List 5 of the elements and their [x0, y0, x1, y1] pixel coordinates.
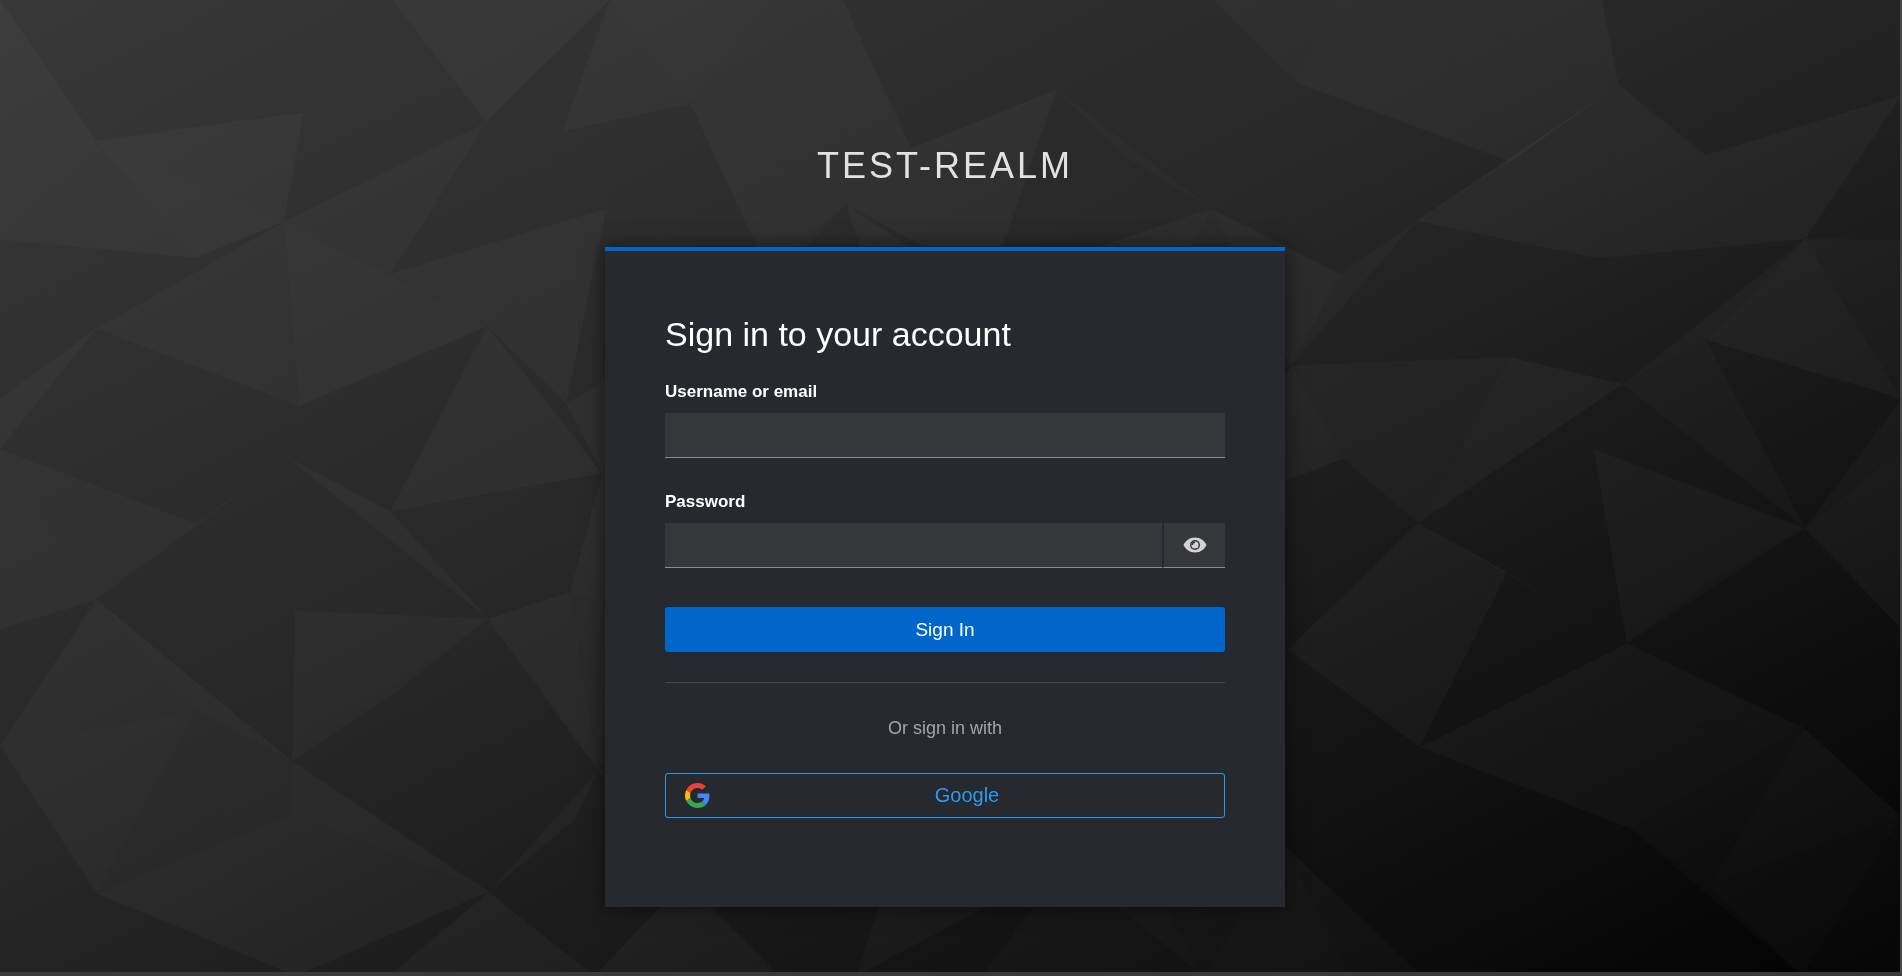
social-divider-text: Or sign in with	[887, 717, 1002, 740]
field-label: Password	[665, 491, 746, 513]
login-heading: Sign in to your account	[665, 314, 1011, 354]
field-label: Username or email	[665, 381, 818, 403]
realm-title: TEST-REALM	[816, 144, 1073, 188]
